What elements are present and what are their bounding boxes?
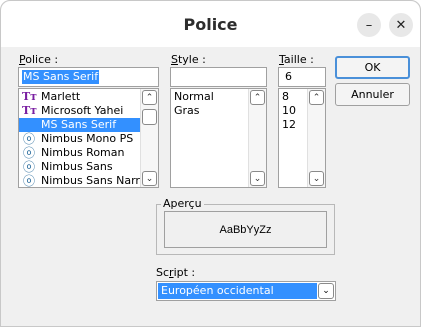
preview-sample-box: AaBbYyZz [164,211,327,248]
style-list-scrollbar[interactable]: ⌃ ⌄ [248,89,266,187]
minimize-icon: – [365,17,373,33]
close-button[interactable]: ✕ [389,13,413,37]
truetype-icon: Tт [22,104,38,117]
preview-label: Aperçu [161,197,204,210]
style-list-item[interactable]: Gras [171,104,249,118]
opentype-icon: ⓞ [22,146,35,160]
font-list-item[interactable]: Tт Microsoft Yahei [19,104,141,118]
font-name-input[interactable]: MS Sans Serif [18,67,159,87]
cancel-button[interactable]: Annuler [335,83,410,106]
opentype-icon: ⓞ [22,132,35,146]
script-label: Script : [156,266,196,279]
font-list-scrollbar[interactable]: ⌃ ⌄ [140,89,158,187]
size-input[interactable]: 6 [278,67,326,87]
font-dialog: Police – ✕ Police : MS Sans Serif Tт Marl… [0,0,421,327]
size-items: 8 10 12 [279,90,308,132]
style-label: Style : [171,53,206,66]
title-bar[interactable]: Police – ✕ [1,1,420,47]
font-list-item-label: Nimbus Roman [41,146,125,159]
font-list-item[interactable]: ⓞ Nimbus Sans [19,160,141,174]
size-value: 6 [285,70,292,83]
scroll-up-icon[interactable]: ⌃ [250,90,265,105]
scroll-down-icon[interactable]: ⌄ [250,171,265,186]
scroll-up-icon[interactable]: ⌃ [142,90,157,105]
font-list-item[interactable]: MS Sans Serif [19,118,141,132]
font-list-item-label: MS Sans Serif [41,118,117,131]
font-list-item[interactable]: ⓞ Nimbus Sans Narrow [19,174,155,188]
minimize-button[interactable]: – [357,13,381,37]
font-list-item[interactable]: ⓞ Nimbus Roman [19,146,141,160]
font-list-item-label: Microsoft Yahei [41,104,124,117]
preview-sample: AaBbYyZz [219,223,272,236]
font-items: Tт Marlett Tт Microsoft Yahei MS Sans Serif ⓞ… [19,90,155,188]
size-list[interactable]: 8 10 12 ⌃ ⌄ [278,88,326,188]
font-list[interactable]: Tт Marlett Tт Microsoft Yahei MS Sans Serif ⓞ… [18,88,159,188]
scrollbar-thumb[interactable] [142,109,157,125]
close-icon: ✕ [395,17,407,33]
font-list-item-label: Nimbus Sans [41,160,113,173]
font-list-item-label: Nimbus Sans Narrow [41,174,156,187]
truetype-icon: Tт [22,90,38,103]
style-items: Normal Gras [171,90,249,118]
style-list-item[interactable]: Normal [171,90,249,104]
font-list-item[interactable]: Tт Marlett [19,90,141,104]
size-list-item[interactable]: 8 [279,90,308,104]
font-list-item-label: Marlett [41,90,81,103]
opentype-icon: ⓞ [22,160,35,174]
font-label: Police : [19,53,59,66]
font-list-item[interactable]: ⓞ Nimbus Mono PS [19,132,141,146]
opentype-icon: ⓞ [22,174,35,188]
size-list-item[interactable]: 12 [279,118,308,132]
font-name-value: MS Sans Serif [22,70,100,84]
style-input[interactable] [170,67,267,87]
size-label: Taille : [279,53,314,66]
size-list-item[interactable]: 10 [279,104,308,118]
size-list-scrollbar[interactable]: ⌃ ⌄ [307,89,325,187]
scroll-down-icon[interactable]: ⌄ [309,171,324,186]
scroll-up-icon[interactable]: ⌃ [309,90,324,105]
ok-button[interactable]: OK [335,56,410,79]
scroll-down-icon[interactable]: ⌄ [142,171,157,186]
chevron-down-icon[interactable]: ⌄ [318,283,334,299]
script-value: Européen occidental [158,283,317,299]
script-select[interactable]: Européen occidental ⌄ [156,281,336,301]
font-list-item-label: Nimbus Mono PS [41,132,134,145]
style-list[interactable]: Normal Gras ⌃ ⌄ [170,88,267,188]
